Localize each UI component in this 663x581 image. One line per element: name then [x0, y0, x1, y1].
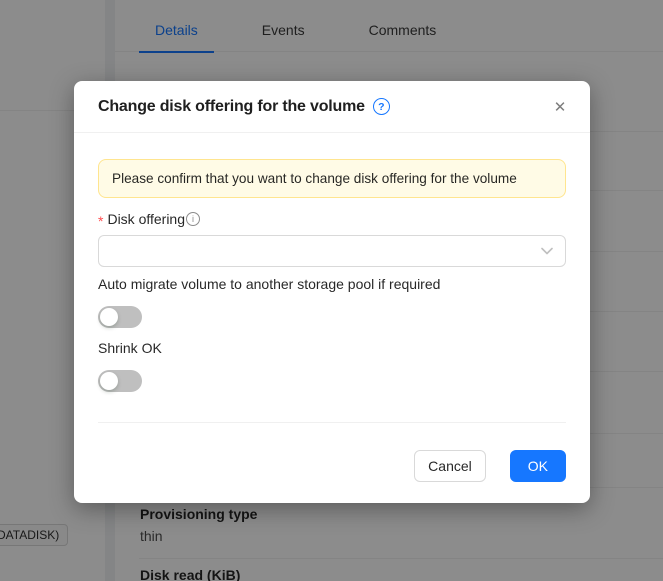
- disk-offering-label: Disk offering: [107, 211, 185, 227]
- cancel-button[interactable]: Cancel: [414, 450, 486, 482]
- footer-divider: [98, 422, 566, 423]
- chevron-down-icon: [541, 247, 553, 255]
- dialog-title: Change disk offering for the volume: [98, 98, 365, 116]
- info-icon[interactable]: i: [186, 212, 200, 226]
- change-disk-offering-dialog: Change disk offering for the volume ? ✕ …: [74, 81, 590, 503]
- disk-offering-field-label-row: * Disk offering i: [98, 210, 566, 228]
- toggle-knob: [100, 308, 118, 326]
- toggle-knob: [100, 372, 118, 390]
- confirm-alert: Please confirm that you want to change d…: [98, 159, 566, 198]
- dialog-body: Please confirm that you want to change d…: [74, 133, 590, 482]
- shrink-ok-toggle[interactable]: [98, 370, 142, 392]
- dialog-footer: Cancel OK: [98, 450, 566, 482]
- auto-migrate-label: Auto migrate volume to another storage p…: [98, 276, 566, 292]
- ok-button[interactable]: OK: [510, 450, 566, 482]
- auto-migrate-toggle[interactable]: [98, 306, 142, 328]
- disk-offering-select[interactable]: [98, 235, 566, 267]
- confirm-alert-text: Please confirm that you want to change d…: [112, 171, 517, 186]
- dialog-header: Change disk offering for the volume ? ✕: [74, 81, 590, 133]
- screen: DATADISK) Details Events Comments Provis…: [0, 0, 663, 581]
- close-icon[interactable]: ✕: [546, 93, 574, 121]
- shrink-ok-label: Shrink OK: [98, 340, 566, 356]
- help-icon[interactable]: ?: [373, 98, 390, 115]
- required-marker: *: [98, 210, 103, 228]
